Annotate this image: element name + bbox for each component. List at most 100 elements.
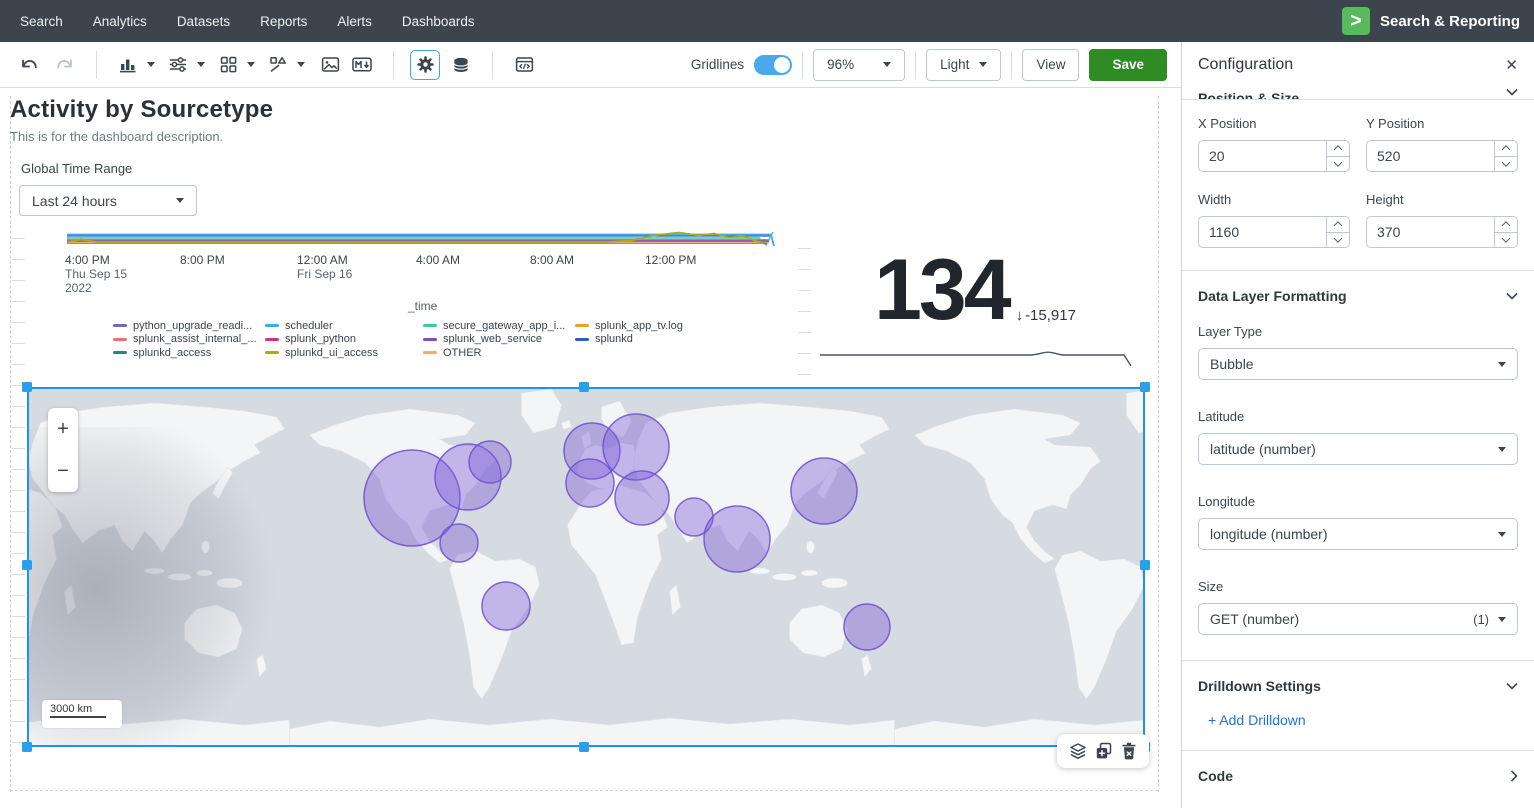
legend-label: splunkd_access [133,347,211,359]
undo-button[interactable] [14,50,44,80]
longitude-value: longitude (number) [1210,526,1328,542]
legend-item[interactable]: secure_gateway_app_i... [423,319,575,333]
map-bubble[interactable] [704,506,770,572]
chevron-down-icon[interactable] [147,62,155,67]
top-nav: Search Analytics Datasets Reports Alerts Dash… [0,0,1534,42]
map-widget[interactable]: + − 3000 km [27,387,1145,747]
chevron-down-icon[interactable] [297,62,305,67]
add-layout-button[interactable] [213,50,243,80]
map-zoom-in-button[interactable]: + [48,408,78,450]
dashboard-canvas[interactable]: Activity by Sourcetype This is for the d… [0,88,1181,808]
map-bubble[interactable] [440,524,478,562]
map-bubble[interactable] [791,458,857,524]
nav-item-analytics[interactable]: Analytics [93,14,147,29]
time-range-select[interactable]: Last 24 hours [19,185,197,216]
latitude-select[interactable]: latitude (number) [1198,433,1518,465]
y-position-input[interactable] [1367,141,1494,171]
resize-handle-ne[interactable] [1140,382,1150,392]
add-image-button[interactable] [315,50,345,80]
nav-item-alerts[interactable]: Alerts [337,14,372,29]
chevron-down-icon[interactable] [247,62,255,67]
legend-item[interactable]: splunk_python [265,333,423,347]
map-bubble[interactable] [566,459,614,507]
dashboard-description: This is for the dashboard description. [10,129,273,144]
add-input-button[interactable] [163,50,193,80]
add-chart-button[interactable] [113,50,143,80]
view-button[interactable]: View [1022,49,1079,81]
legend-label: secure_gateway_app_i... [443,320,565,332]
legend-item[interactable]: splunkd_ui_access [265,346,423,360]
database-icon [452,56,470,74]
data-layer-section-header[interactable]: Data Layer Formatting [1198,288,1518,304]
canvas-zoom-select[interactable]: 96% [813,49,905,81]
stepper-down-button[interactable] [1495,156,1517,172]
add-markdown-button[interactable] [347,50,377,80]
chevron-down-icon[interactable] [197,62,205,67]
resize-handle-e[interactable] [1140,560,1150,570]
resize-handle-sw[interactable] [22,742,32,752]
legend-item[interactable]: splunk_web_service [423,333,575,347]
layers-button[interactable] [1069,742,1087,760]
stepper-up-button[interactable] [1327,141,1349,156]
stepper-up-button[interactable] [1327,217,1349,232]
shapes-icon [269,56,287,73]
duplicate-button[interactable] [1095,742,1113,760]
nav-item-dashboards[interactable]: Dashboards [402,14,475,29]
map-viewport[interactable]: + − 3000 km [27,387,1145,747]
legend-item[interactable]: splunkd_access [113,346,265,360]
redo-button[interactable] [50,50,80,80]
gridlines-toggle[interactable] [754,55,792,75]
resize-handle-n[interactable] [579,382,589,392]
resize-handle-nw[interactable] [22,382,32,392]
add-shape-button[interactable] [263,50,293,80]
stepper-up-button[interactable] [1495,217,1517,232]
visual-editor-button[interactable] [410,50,440,80]
delete-button[interactable] [1121,742,1137,760]
data-sources-button[interactable] [446,50,476,80]
code-section-header[interactable]: Code [1198,768,1518,784]
map-bubble[interactable] [844,604,890,650]
add-drilldown-link[interactable]: + Add Drilldown [1208,712,1306,728]
stepper-down-button[interactable] [1495,232,1517,248]
map-bubble[interactable] [603,414,669,480]
position-size-section-clipped[interactable]: Position & Size [1182,88,1534,99]
resize-handle-w[interactable] [22,560,32,570]
nav-item-search[interactable]: Search [20,14,63,29]
layer-type-select[interactable]: Bubble [1198,348,1518,380]
widget-actions-toolbar [1057,734,1149,768]
theme-select[interactable]: Light [926,49,1001,81]
app-brand[interactable]: > Search & Reporting [1342,7,1520,35]
map-zoom-out-button[interactable]: − [48,450,78,492]
longitude-select[interactable]: longitude (number) [1198,518,1518,550]
layers-icon [1069,742,1087,760]
legend-item[interactable]: python_upgrade_readi... [113,319,265,333]
map-bubble[interactable] [469,441,511,483]
drilldown-section-header[interactable]: Drilldown Settings [1198,678,1518,694]
height-input[interactable] [1367,217,1494,247]
size-select[interactable]: GET (number) (1) [1198,603,1518,635]
legend-swatch [575,338,589,341]
legend-label: splunk_app_tv.log [595,320,683,332]
width-input[interactable] [1199,217,1326,247]
close-panel-button[interactable]: ✕ [1505,56,1518,74]
source-editor-button[interactable] [509,50,539,80]
undo-icon [19,56,39,73]
legend-item[interactable]: splunkd [575,333,683,347]
gridlines-label: Gridlines [691,57,744,72]
stepper-down-button[interactable] [1327,232,1349,248]
stepper-down-button[interactable] [1327,156,1349,172]
legend-item[interactable]: scheduler [265,319,423,333]
legend-item[interactable]: OTHER [423,346,575,360]
map-bubble[interactable] [482,582,530,630]
save-button[interactable]: Save [1089,49,1167,81]
nav-item-datasets[interactable]: Datasets [177,14,230,29]
legend-label: python_upgrade_readi... [133,320,252,332]
legend-item[interactable]: splunk_app_tv.log [575,319,683,333]
map-bubble[interactable] [615,471,669,525]
legend-item[interactable]: splunk_assist_internal_... [113,333,265,347]
resize-handle-s[interactable] [579,742,589,752]
legend-label: splunk_web_service [443,333,542,345]
x-position-input[interactable] [1199,141,1326,171]
stepper-up-button[interactable] [1495,141,1517,156]
nav-item-reports[interactable]: Reports [260,14,307,29]
